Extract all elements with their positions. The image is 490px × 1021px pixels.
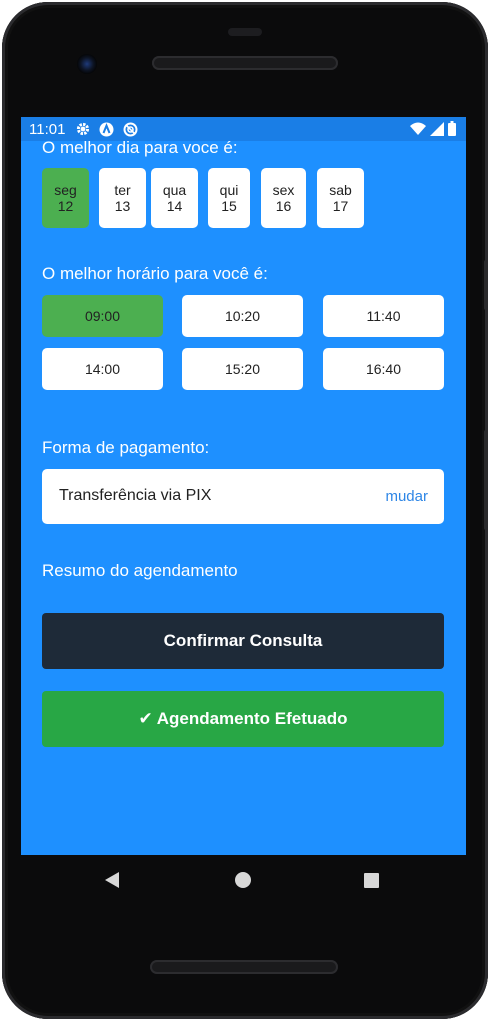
day-number: 17	[332, 198, 349, 214]
day-weekday: qui	[219, 182, 239, 198]
payment-section-label: Forma de pagamento:	[42, 438, 210, 457]
day-number: 14	[166, 198, 183, 214]
wifi-icon	[410, 122, 426, 140]
app-screen: 11:01 O melhor dia para voce é: seg 12 t…	[21, 117, 466, 855]
day-number: 16	[275, 198, 292, 214]
time-slot-1140[interactable]: 11:40	[323, 295, 444, 337]
status-right-icons	[410, 121, 456, 140]
times-section-label: O melhor horário para você é:	[42, 264, 268, 283]
day-card-seg[interactable]: seg 12	[42, 168, 89, 228]
app-no-disturb-icon	[123, 122, 138, 137]
power-button	[484, 430, 488, 530]
day-card-qua[interactable]: qua 14	[151, 168, 198, 228]
change-payment-link[interactable]: mudar	[385, 488, 428, 505]
day-card-qui[interactable]: qui 15	[208, 168, 250, 228]
day-number: 15	[221, 198, 237, 214]
time-slot-1520[interactable]: 15:20	[182, 348, 303, 390]
volume-button	[484, 260, 488, 310]
day-weekday: seg	[54, 182, 77, 198]
back-icon[interactable]	[105, 872, 119, 888]
day-number: 12	[57, 198, 74, 214]
appointment-done-label: Agendamento Efetuado	[156, 709, 348, 728]
gear-icon	[75, 122, 90, 137]
day-weekday: ter	[114, 182, 131, 198]
recent-apps-icon[interactable]	[364, 873, 379, 888]
summary-label[interactable]: Resumo do agendamento	[42, 561, 238, 581]
day-weekday: sex	[272, 182, 295, 198]
days-section-label: O melhor dia para voce é:	[42, 138, 238, 157]
home-icon[interactable]	[235, 872, 251, 888]
day-number: 13	[114, 198, 131, 214]
checkmark-icon: ✔	[138, 709, 153, 728]
time-slot-0900[interactable]: 09:00	[42, 295, 163, 337]
payment-method-card: Transferência via PIX mudar	[42, 469, 444, 524]
bottom-speaker	[150, 960, 338, 974]
front-camera	[77, 54, 97, 74]
day-card-ter[interactable]: ter 13	[99, 168, 146, 228]
signal-icon	[430, 121, 444, 140]
top-speaker	[152, 56, 338, 70]
android-nav-bar	[21, 855, 466, 907]
time-slot-1640[interactable]: 16:40	[323, 348, 444, 390]
appointment-done-button[interactable]: ✔ Agendamento Efetuado	[42, 691, 444, 747]
time-slot-1400[interactable]: 14:00	[42, 348, 163, 390]
day-card-sab[interactable]: sab 17	[317, 168, 364, 228]
app-a-icon	[99, 122, 114, 137]
payment-method-value: Transferência via PIX	[59, 487, 212, 504]
day-weekday: sab	[329, 182, 352, 198]
time-slot-1020[interactable]: 10:20	[182, 295, 303, 337]
top-earpiece	[228, 28, 262, 36]
status-time: 11:01	[29, 120, 66, 138]
confirm-appointment-button[interactable]: Confirmar Consulta	[42, 613, 444, 669]
day-weekday: qua	[162, 182, 187, 198]
battery-icon	[448, 121, 456, 140]
day-card-sex[interactable]: sex 16	[261, 168, 306, 228]
